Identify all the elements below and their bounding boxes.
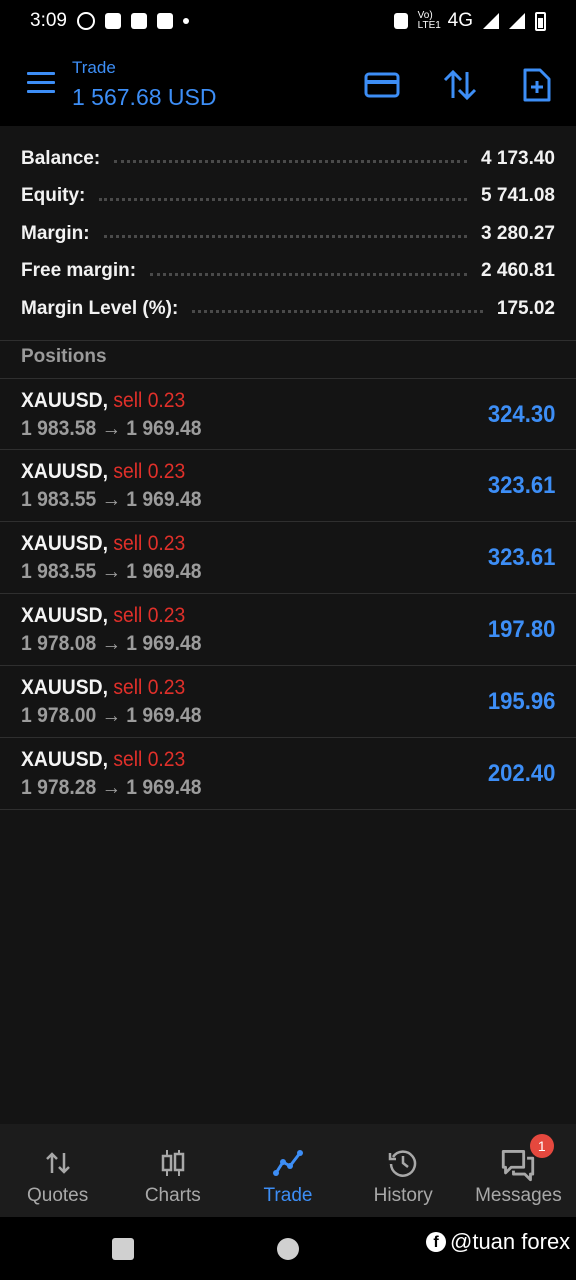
nav-messages[interactable]: 1 Messages <box>461 1124 576 1217</box>
app-bar: Trade 1 567.68 USD <box>0 42 576 126</box>
position-symbol: XAUUSD, <box>21 389 108 412</box>
position-prices: 1 983.58 → 1 969.48 <box>21 417 202 440</box>
nav-quotes[interactable]: Quotes <box>0 1124 115 1217</box>
summary-row-balance: Balance: 4 173.40 <box>0 140 576 178</box>
position-symbol: XAUUSD, <box>21 460 108 483</box>
position-row[interactable]: XAUUSD, sell 0.23 1 978.08 → 1 969.48 19… <box>0 594 576 666</box>
position-side: sell 0.23 <box>113 532 186 555</box>
account-summary: Balance: 4 173.40 Equity: 5 741.08 Margi… <box>0 140 576 328</box>
positions-heading: Positions <box>21 346 107 367</box>
facebook-icon <box>104 13 121 29</box>
message-icon <box>156 13 173 29</box>
summary-label: Equity: <box>21 185 94 208</box>
history-clock-icon <box>388 1150 417 1177</box>
facebook-logo-icon: f <box>426 1232 446 1252</box>
summary-label: Margin: <box>21 222 98 245</box>
facebook-icon <box>130 13 147 29</box>
summary-value: 5 741.08 <box>481 185 555 207</box>
menu-icon <box>27 72 55 75</box>
nav-label: Messages <box>475 1185 562 1206</box>
position-profit: 323.61 <box>487 544 555 571</box>
watermark: f @tuan forex <box>426 1229 570 1255</box>
summary-value: 175.02 <box>496 297 555 319</box>
position-prices: 1 978.00 → 1 969.48 <box>21 704 202 727</box>
quotes-arrows-icon <box>45 1152 70 1174</box>
recents-button[interactable] <box>112 1238 134 1260</box>
position-side: sell 0.23 <box>113 748 186 771</box>
more-notifications-icon <box>182 18 189 24</box>
summary-value: 2 460.81 <box>481 260 555 282</box>
nav-trade[interactable]: Trade <box>230 1124 345 1217</box>
position-symbol: XAUUSD, <box>21 676 108 699</box>
sort-arrows-icon <box>443 69 477 101</box>
divider <box>0 340 576 341</box>
messages-icon <box>502 1149 535 1182</box>
whatsapp-icon <box>76 12 95 30</box>
menu-button[interactable] <box>27 72 55 94</box>
position-prices: 1 983.55 → 1 969.48 <box>21 560 202 583</box>
summary-label: Margin Level (%): <box>21 297 187 320</box>
nav-history[interactable]: History <box>346 1124 461 1217</box>
nav-label: Trade <box>263 1185 313 1206</box>
battery-icon <box>535 11 546 31</box>
summary-value: 3 280.27 <box>481 222 555 244</box>
summary-row-equity: Equity: 5 741.08 <box>0 178 576 216</box>
position-profit: 323.61 <box>487 472 555 499</box>
nav-charts[interactable]: Charts <box>115 1124 230 1217</box>
candlestick-icon <box>161 1150 185 1176</box>
position-profit: 324.30 <box>487 401 555 428</box>
position-side: sell 0.23 <box>113 604 186 627</box>
summary-row-margin-level: Margin Level (%): 175.02 <box>0 290 576 328</box>
network-type: 4G <box>447 10 473 31</box>
position-prices: 1 983.55 → 1 969.48 <box>21 488 202 511</box>
nav-label: Charts <box>144 1185 201 1206</box>
new-order-button[interactable] <box>519 68 555 102</box>
position-side: sell 0.23 <box>113 460 186 483</box>
profit-total: 1 567.68 USD <box>72 84 217 110</box>
nav-label: History <box>373 1185 433 1206</box>
bottom-nav: Quotes Charts Trade History 1 Messages <box>0 1124 576 1217</box>
summary-label: Free margin: <box>21 260 145 283</box>
summary-row-free-margin: Free margin: 2 460.81 <box>0 253 576 291</box>
signal-icon <box>509 13 525 29</box>
nav-label: Quotes <box>26 1185 89 1206</box>
volte-label: Vo) LTE1 <box>417 10 441 31</box>
position-symbol: XAUUSD, <box>21 748 108 771</box>
vibrate-icon <box>393 13 408 29</box>
position-prices: 1 978.08 → 1 969.48 <box>21 632 202 655</box>
signal-icon <box>483 13 499 29</box>
summary-label: Balance: <box>21 147 109 170</box>
position-profit: 202.40 <box>487 760 555 787</box>
position-row[interactable]: XAUUSD, sell 0.23 1 978.28 → 1 969.48 20… <box>0 738 576 810</box>
status-time: 3:09 <box>30 10 67 31</box>
home-button[interactable] <box>277 1238 299 1260</box>
position-row[interactable]: XAUUSD, sell 0.23 1 983.55 → 1 969.48 32… <box>0 522 576 594</box>
position-side: sell 0.23 <box>113 676 186 699</box>
position-row[interactable]: XAUUSD, sell 0.23 1 983.58 → 1 969.48 32… <box>0 378 576 450</box>
position-side: sell 0.23 <box>113 389 186 412</box>
position-row[interactable]: XAUUSD, sell 0.23 1 978.00 → 1 969.48 19… <box>0 666 576 738</box>
position-row[interactable]: XAUUSD, sell 0.23 1 983.55 → 1 969.48 32… <box>0 450 576 522</box>
position-symbol: XAUUSD, <box>21 604 108 627</box>
position-profit: 195.96 <box>487 688 555 715</box>
position-profit: 197.80 <box>487 616 555 643</box>
trade-line-icon <box>273 1150 303 1176</box>
position-prices: 1 978.28 → 1 969.48 <box>21 776 202 799</box>
system-nav-bar: f @tuan forex <box>0 1217 576 1280</box>
summary-row-margin: Margin: 3 280.27 <box>0 215 576 253</box>
watermark-text: @tuan forex <box>450 1229 571 1254</box>
new-document-icon <box>523 68 551 102</box>
sort-button[interactable] <box>442 68 478 102</box>
status-bar: 3:09 Vo) LTE1 4G <box>0 0 576 42</box>
unread-badge: 1 <box>529 1134 554 1158</box>
summary-value: 4 173.40 <box>481 147 555 169</box>
card-icon <box>364 72 400 98</box>
deposit-button[interactable] <box>364 68 400 102</box>
page-title: Trade <box>72 58 116 77</box>
position-symbol: XAUUSD, <box>21 532 108 555</box>
positions-list: XAUUSD, sell 0.23 1 983.58 → 1 969.48 32… <box>0 378 576 810</box>
